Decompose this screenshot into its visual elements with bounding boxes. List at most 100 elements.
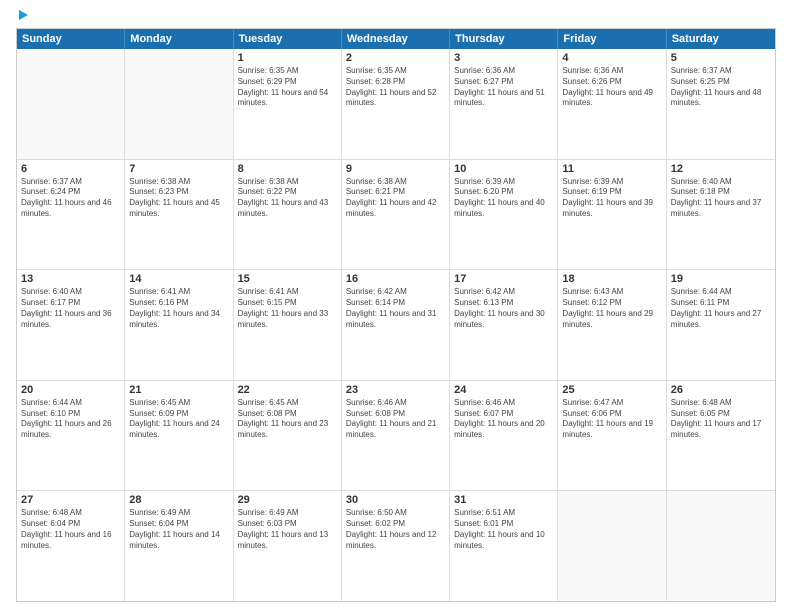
- logo-arrow-icon: [19, 10, 28, 20]
- calendar-day-cell: 24 Sunrise: 6:46 AM Sunset: 6:07 PM Dayli…: [450, 381, 558, 491]
- day-number: 18: [562, 273, 661, 285]
- page-container: SundayMondayTuesdayWednesdayThursdayFrid…: [0, 0, 792, 612]
- day-number: 6: [21, 163, 120, 175]
- day-number: 1: [238, 52, 337, 64]
- day-content: Sunrise: 6:36 AM Sunset: 6:26 PM Dayligh…: [562, 66, 661, 109]
- calendar-day-cell: 4 Sunrise: 6:36 AM Sunset: 6:26 PM Daylig…: [558, 49, 666, 159]
- day-number: 25: [562, 384, 661, 396]
- day-content: Sunrise: 6:40 AM Sunset: 6:17 PM Dayligh…: [21, 287, 120, 330]
- day-number: 4: [562, 52, 661, 64]
- day-number: 24: [454, 384, 553, 396]
- day-number: 14: [129, 273, 228, 285]
- day-content: Sunrise: 6:46 AM Sunset: 6:07 PM Dayligh…: [454, 398, 553, 441]
- calendar-week-row: 6 Sunrise: 6:37 AM Sunset: 6:24 PM Daylig…: [17, 159, 775, 270]
- day-number: 21: [129, 384, 228, 396]
- day-content: Sunrise: 6:41 AM Sunset: 6:15 PM Dayligh…: [238, 287, 337, 330]
- calendar-day-cell: 31 Sunrise: 6:51 AM Sunset: 6:01 PM Dayli…: [450, 491, 558, 601]
- day-content: Sunrise: 6:44 AM Sunset: 6:10 PM Dayligh…: [21, 398, 120, 441]
- day-number: 19: [671, 273, 771, 285]
- day-number: 8: [238, 163, 337, 175]
- day-content: Sunrise: 6:42 AM Sunset: 6:14 PM Dayligh…: [346, 287, 445, 330]
- calendar-header-day: Friday: [558, 29, 666, 49]
- day-content: Sunrise: 6:39 AM Sunset: 6:20 PM Dayligh…: [454, 177, 553, 220]
- calendar-day-cell: 15 Sunrise: 6:41 AM Sunset: 6:15 PM Dayli…: [234, 270, 342, 380]
- day-number: 29: [238, 494, 337, 506]
- calendar-day-cell: 29 Sunrise: 6:49 AM Sunset: 6:03 PM Dayli…: [234, 491, 342, 601]
- day-content: Sunrise: 6:48 AM Sunset: 6:05 PM Dayligh…: [671, 398, 771, 441]
- calendar-day-cell: 1Sunrise: 6:35 AM Sunset: 6:29 PM Daylig…: [234, 49, 342, 159]
- day-number: 20: [21, 384, 120, 396]
- day-number: 17: [454, 273, 553, 285]
- day-content: Sunrise: 6:43 AM Sunset: 6:12 PM Dayligh…: [562, 287, 661, 330]
- calendar-header-day: Thursday: [450, 29, 558, 49]
- day-content: Sunrise: 6:37 AM Sunset: 6:24 PM Dayligh…: [21, 177, 120, 220]
- day-content: Sunrise: 6:38 AM Sunset: 6:23 PM Dayligh…: [129, 177, 228, 220]
- day-content: Sunrise: 6:35 AM Sunset: 6:28 PM Dayligh…: [346, 66, 445, 109]
- calendar-day-cell: 13 Sunrise: 6:40 AM Sunset: 6:17 PM Dayli…: [17, 270, 125, 380]
- calendar-day-cell: [558, 491, 666, 601]
- day-content: Sunrise: 6:45 AM Sunset: 6:08 PM Dayligh…: [238, 398, 337, 441]
- calendar-body: 1Sunrise: 6:35 AM Sunset: 6:29 PM Daylig…: [17, 49, 775, 601]
- day-content: Sunrise: 6:37 AM Sunset: 6:25 PM Dayligh…: [671, 66, 771, 109]
- day-number: 10: [454, 163, 553, 175]
- calendar-header-day: Monday: [125, 29, 233, 49]
- calendar-day-cell: 14 Sunrise: 6:41 AM Sunset: 6:16 PM Dayli…: [125, 270, 233, 380]
- calendar-day-cell: [667, 491, 775, 601]
- day-number: 3: [454, 52, 553, 64]
- calendar-day-cell: 3Sunrise: 6:36 AM Sunset: 6:27 PM Daylig…: [450, 49, 558, 159]
- calendar-day-cell: 22 Sunrise: 6:45 AM Sunset: 6:08 PM Dayli…: [234, 381, 342, 491]
- calendar-header-day: Sunday: [17, 29, 125, 49]
- calendar-day-cell: 26Sunrise: 6:48 AM Sunset: 6:05 PM Dayli…: [667, 381, 775, 491]
- calendar-day-cell: 30 Sunrise: 6:50 AM Sunset: 6:02 PM Dayli…: [342, 491, 450, 601]
- calendar-day-cell: 21 Sunrise: 6:45 AM Sunset: 6:09 PM Dayli…: [125, 381, 233, 491]
- calendar-day-cell: 5 Sunrise: 6:37 AM Sunset: 6:25 PM Daylig…: [667, 49, 775, 159]
- calendar-week-row: 27 Sunrise: 6:48 AM Sunset: 6:04 PM Dayli…: [17, 490, 775, 601]
- calendar-day-cell: 25Sunrise: 6:47 AM Sunset: 6:06 PM Dayli…: [558, 381, 666, 491]
- day-content: Sunrise: 6:49 AM Sunset: 6:04 PM Dayligh…: [129, 508, 228, 551]
- calendar-day-cell: [125, 49, 233, 159]
- day-content: Sunrise: 6:50 AM Sunset: 6:02 PM Dayligh…: [346, 508, 445, 551]
- day-number: 12: [671, 163, 771, 175]
- day-content: Sunrise: 6:38 AM Sunset: 6:21 PM Dayligh…: [346, 177, 445, 220]
- day-content: Sunrise: 6:38 AM Sunset: 6:22 PM Dayligh…: [238, 177, 337, 220]
- calendar-day-cell: 23Sunrise: 6:46 AM Sunset: 6:08 PM Dayli…: [342, 381, 450, 491]
- calendar-day-cell: 27 Sunrise: 6:48 AM Sunset: 6:04 PM Dayli…: [17, 491, 125, 601]
- day-number: 23: [346, 384, 445, 396]
- day-content: Sunrise: 6:48 AM Sunset: 6:04 PM Dayligh…: [21, 508, 120, 551]
- calendar-day-cell: [17, 49, 125, 159]
- day-number: 15: [238, 273, 337, 285]
- calendar-day-cell: 8 Sunrise: 6:38 AM Sunset: 6:22 PM Daylig…: [234, 160, 342, 270]
- calendar-header-day: Wednesday: [342, 29, 450, 49]
- page-header: [16, 12, 776, 20]
- day-content: Sunrise: 6:42 AM Sunset: 6:13 PM Dayligh…: [454, 287, 553, 330]
- calendar-header-day: Saturday: [667, 29, 775, 49]
- day-number: 5: [671, 52, 771, 64]
- calendar-day-cell: 9 Sunrise: 6:38 AM Sunset: 6:21 PM Daylig…: [342, 160, 450, 270]
- day-content: Sunrise: 6:44 AM Sunset: 6:11 PM Dayligh…: [671, 287, 771, 330]
- calendar-week-row: 1Sunrise: 6:35 AM Sunset: 6:29 PM Daylig…: [17, 49, 775, 159]
- day-content: Sunrise: 6:49 AM Sunset: 6:03 PM Dayligh…: [238, 508, 337, 551]
- day-content: Sunrise: 6:39 AM Sunset: 6:19 PM Dayligh…: [562, 177, 661, 220]
- calendar-header-day: Tuesday: [234, 29, 342, 49]
- calendar-week-row: 20 Sunrise: 6:44 AM Sunset: 6:10 PM Dayli…: [17, 380, 775, 491]
- day-number: 27: [21, 494, 120, 506]
- calendar-day-cell: 20 Sunrise: 6:44 AM Sunset: 6:10 PM Dayli…: [17, 381, 125, 491]
- day-number: 22: [238, 384, 337, 396]
- day-content: Sunrise: 6:45 AM Sunset: 6:09 PM Dayligh…: [129, 398, 228, 441]
- day-number: 7: [129, 163, 228, 175]
- calendar-day-cell: 16 Sunrise: 6:42 AM Sunset: 6:14 PM Dayli…: [342, 270, 450, 380]
- day-number: 31: [454, 494, 553, 506]
- calendar-day-cell: 6 Sunrise: 6:37 AM Sunset: 6:24 PM Daylig…: [17, 160, 125, 270]
- calendar-day-cell: 17 Sunrise: 6:42 AM Sunset: 6:13 PM Dayli…: [450, 270, 558, 380]
- day-number: 13: [21, 273, 120, 285]
- calendar-day-cell: 28Sunrise: 6:49 AM Sunset: 6:04 PM Dayli…: [125, 491, 233, 601]
- day-number: 9: [346, 163, 445, 175]
- day-number: 11: [562, 163, 661, 175]
- day-content: Sunrise: 6:51 AM Sunset: 6:01 PM Dayligh…: [454, 508, 553, 551]
- day-number: 30: [346, 494, 445, 506]
- day-number: 16: [346, 273, 445, 285]
- day-number: 2: [346, 52, 445, 64]
- calendar-day-cell: 2 Sunrise: 6:35 AM Sunset: 6:28 PM Daylig…: [342, 49, 450, 159]
- calendar-day-cell: 7 Sunrise: 6:38 AM Sunset: 6:23 PM Daylig…: [125, 160, 233, 270]
- day-content: Sunrise: 6:41 AM Sunset: 6:16 PM Dayligh…: [129, 287, 228, 330]
